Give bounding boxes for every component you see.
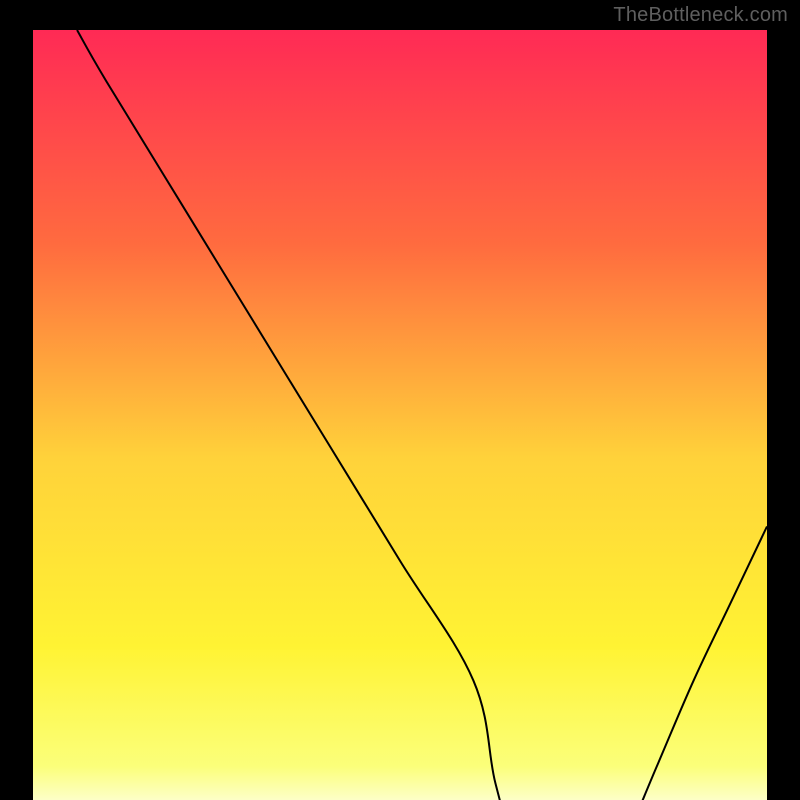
chart-frame: TheBottleneck.com bbox=[0, 0, 800, 800]
gradient-background bbox=[33, 30, 767, 800]
bottleneck-chart bbox=[0, 0, 800, 800]
